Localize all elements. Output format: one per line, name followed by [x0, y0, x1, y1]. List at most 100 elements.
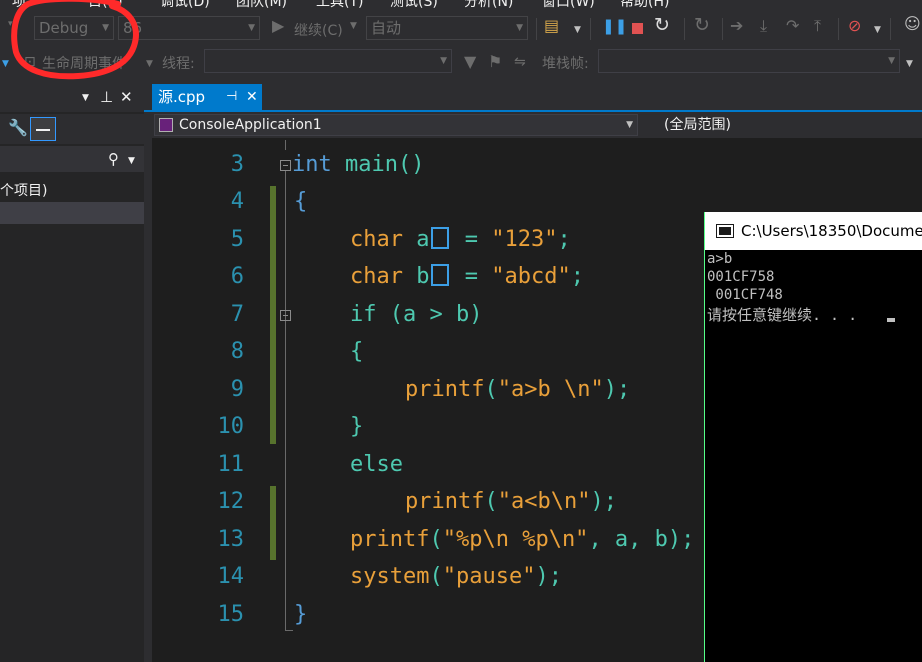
breakpoints-icon[interactable]: ⊘	[848, 16, 861, 36]
flag-filter-icon[interactable]: ⚑	[488, 52, 502, 72]
line-number: 15	[217, 602, 245, 627]
lifecycle-icon[interactable]: ⊡	[24, 52, 36, 72]
solution-explorer-panel: ▼ ⊥ ✕ 🔧 ⚲ ▼ 个项目)	[0, 86, 144, 662]
line-number: 3	[230, 152, 244, 177]
tab-source-cpp[interactable]: 源.cpp ⊣ ✕	[152, 84, 262, 110]
console-app-icon	[716, 224, 734, 238]
chevron-down-icon: ▼	[888, 56, 895, 66]
code-line-9: printf("a>b \n");	[405, 377, 631, 402]
menu-item-help[interactable]: 帮助(H)	[620, 0, 669, 11]
thread-dropdown[interactable]: ▼	[204, 49, 452, 73]
chevron-down-icon[interactable]: ▼	[2, 54, 9, 74]
console-cursor	[887, 318, 895, 322]
toolbar-divider	[684, 18, 685, 40]
chevron-down-icon[interactable]: ▼	[574, 20, 581, 40]
close-icon[interactable]: ✕	[246, 84, 258, 110]
minus-glyph	[36, 129, 50, 131]
toolbar-divider	[890, 18, 891, 40]
line-number: 9	[230, 377, 244, 402]
step-over-icon[interactable]: ↷	[786, 16, 799, 36]
platform-value: 86	[123, 19, 143, 37]
pin-icon[interactable]: ⊥	[100, 87, 113, 107]
pause-icon[interactable]: ❚❚	[602, 16, 627, 36]
show-next-statement-icon[interactable]: ➔	[730, 16, 743, 36]
location-toolbar: ▼ ⊡ 生命周期事件 ▼ 线程: ▼ ▼ ⚑ ⇋ 堆栈帧: ▼ ▼	[0, 48, 922, 80]
stackframe-label: 堆栈帧:	[542, 56, 589, 72]
menu-item-project[interactable]: 项	[12, 0, 26, 11]
platform-dropdown[interactable]: 86 ▼	[118, 16, 260, 40]
project-name: ConsoleApplication1	[179, 117, 322, 133]
chevron-down-icon[interactable]: ▼	[874, 20, 881, 40]
menu-item-team[interactable]: 团队(M)	[236, 0, 287, 11]
menu-item-tools[interactable]: 工具(T)	[316, 0, 363, 11]
menu-item-window[interactable]: 窗口(W)	[542, 0, 595, 11]
chevron-down-icon: ▼	[440, 56, 447, 66]
continue-play-icon[interactable]: ▶	[272, 16, 284, 36]
process-icon[interactable]: ▤	[544, 16, 559, 36]
close-icon[interactable]: ✕	[120, 87, 133, 107]
line-number: 8	[230, 339, 244, 364]
menu-item-debug[interactable]: 调试(D)	[160, 0, 210, 11]
console-title-bar[interactable]: C:\Users\18350\Documents	[705, 212, 922, 250]
chevron-down-icon: ▼	[248, 23, 255, 33]
continue-button[interactable]: 继续(C)	[294, 20, 343, 40]
toolbar-divider	[590, 18, 591, 40]
pin-icon[interactable]: ⊣	[226, 84, 237, 110]
outline-line	[285, 140, 286, 150]
refresh-icon[interactable]: ↻	[694, 15, 710, 35]
line-number-gutter: 3 4 5 6 7 8 9 10 11 12 13 14 15	[152, 138, 244, 662]
scope-dropdown[interactable]: (全局范围)	[664, 114, 731, 136]
auto-value: 自动	[371, 19, 402, 37]
step-into-icon[interactable]: ⤓	[760, 16, 767, 36]
console-window[interactable]: C:\Users\18350\Documents a>b 001CF758 00…	[704, 212, 922, 662]
collapse-all-icon[interactable]	[30, 117, 56, 141]
collapse-main-icon[interactable]	[280, 160, 291, 171]
stop-icon[interactable]	[632, 23, 643, 34]
change-indicator-bar	[270, 186, 276, 444]
line-number: 5	[230, 227, 244, 252]
chevron-down-icon[interactable]: ▼	[350, 16, 357, 36]
debug-toolbar: ▾ Debug ▼ 86 ▼ ▶ 继续(C) ▼ 自动 ▼ ▤ ▼ ❚❚ ↻ ↻…	[0, 12, 922, 48]
collapse-if-icon[interactable]	[280, 310, 291, 321]
search-box[interactable]: ⚲ ▼	[0, 146, 144, 172]
lifecycle-events-button[interactable]: 生命周期事件	[42, 53, 126, 73]
menu-bar: 项 目(B) 调试(D) 团队(M) 工具(T) 测试(S) 分析(N) 窗口(…	[0, 0, 922, 11]
toolbar-overflow-icon[interactable]: ▾	[8, 14, 13, 34]
console-output-line: a>b	[707, 251, 733, 267]
chevron-down-icon[interactable]: ▼	[146, 54, 153, 74]
navigation-bar: ConsoleApplication1 ▼ (全局范围)	[152, 114, 922, 138]
properties-wrench-icon[interactable]: 🔧	[8, 118, 28, 138]
chevron-down-icon: ▼	[626, 120, 633, 130]
restart-icon[interactable]: ↻	[654, 15, 670, 35]
console-output-line: 001CF748	[707, 287, 783, 303]
chevron-down-icon[interactable]: ▼	[906, 54, 913, 74]
feedback-icon[interactable]: ☺	[904, 14, 921, 34]
thread-label: 线程:	[162, 56, 195, 72]
console-output-line: 001CF758	[707, 269, 775, 285]
outline-line	[285, 170, 286, 630]
config-dropdown[interactable]: Debug ▼	[34, 16, 114, 40]
array-bracket-box	[431, 264, 450, 286]
line-number: 6	[230, 264, 244, 289]
menu-item-build[interactable]: 目(B)	[88, 0, 123, 11]
filter-icon[interactable]: ▼	[464, 52, 476, 72]
toolbar-divider	[838, 18, 839, 40]
menu-item-analyze[interactable]: 分析(N)	[464, 0, 513, 11]
project-dropdown[interactable]: ConsoleApplication1 ▼	[154, 114, 638, 136]
solution-tree-item[interactable]: 个项目)	[0, 180, 47, 200]
panel-header: ▼ ⊥ ✕	[0, 86, 144, 112]
change-indicator-bar	[270, 486, 276, 560]
array-bracket-box	[431, 227, 450, 249]
parallel-stacks-icon[interactable]: ⇋	[514, 52, 526, 72]
chevron-down-icon[interactable]: ▼	[82, 88, 89, 108]
toolbar-divider	[536, 18, 537, 40]
step-out-icon[interactable]: ⤒	[814, 16, 821, 36]
auto-dropdown[interactable]: 自动 ▼	[366, 16, 528, 40]
menu-item-test[interactable]: 测试(S)	[390, 0, 438, 11]
solution-tree-item-selected[interactable]	[0, 202, 144, 224]
line-number: 14	[217, 564, 245, 589]
chevron-down-icon[interactable]: ▼	[128, 151, 135, 171]
project-icon	[159, 118, 173, 132]
stackframe-dropdown[interactable]: ▼	[598, 49, 900, 73]
console-title: C:\Users\18350\Documents	[741, 222, 922, 240]
